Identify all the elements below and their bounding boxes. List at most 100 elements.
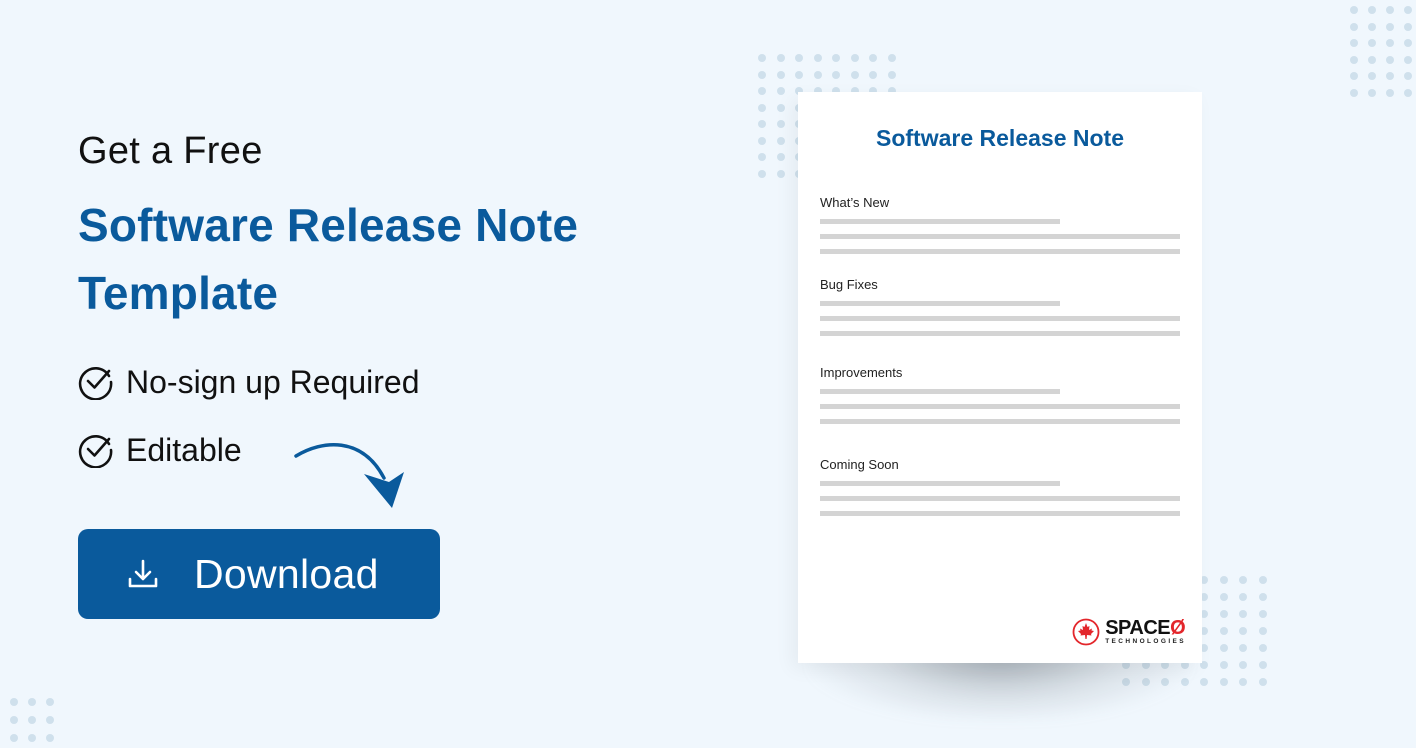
hero-title: Software Release Note Template xyxy=(78,191,578,327)
section-label: Coming Soon xyxy=(820,457,899,472)
decorative-dot xyxy=(1386,22,1394,31)
section-label: Improvements xyxy=(820,365,903,380)
download-icon xyxy=(128,559,158,588)
decorative-dot xyxy=(1368,55,1376,64)
placeholder-line xyxy=(820,331,1180,336)
decorative-dot xyxy=(832,70,840,79)
decorative-dot xyxy=(1404,39,1412,47)
decorative-dot xyxy=(1258,593,1267,601)
decorative-dot xyxy=(869,54,877,62)
decorative-dot xyxy=(10,698,18,706)
decorative-dot-grid xyxy=(1350,6,1412,97)
placeholder-line xyxy=(820,419,1180,424)
decorative-dot xyxy=(1386,72,1394,80)
decorative-dot xyxy=(869,70,877,79)
decorative-dot xyxy=(758,87,766,95)
placeholder-line xyxy=(820,219,1060,224)
section-label: What’s New xyxy=(820,195,890,210)
placeholder-line xyxy=(820,511,1180,516)
brand-name-suffix: Ø xyxy=(1170,617,1186,640)
placeholder-line xyxy=(820,249,1180,254)
decorative-dot xyxy=(758,120,766,128)
document-section: Bug Fixes xyxy=(820,277,1180,336)
decorative-dot xyxy=(46,716,54,724)
decorative-dot-grid xyxy=(10,698,54,742)
decorative-dot xyxy=(1350,39,1358,47)
placeholder-line xyxy=(820,301,1060,306)
decorative-dot xyxy=(28,734,36,742)
feature-item: No-sign up Required xyxy=(78,362,420,402)
decorative-dot xyxy=(1386,39,1394,47)
decorative-dot xyxy=(1239,678,1247,686)
decorative-dot xyxy=(776,103,785,112)
decorative-dot xyxy=(758,153,766,161)
decorative-dot xyxy=(776,136,785,145)
hero-title-line: Template xyxy=(78,267,279,319)
decorative-dot xyxy=(1404,22,1412,31)
decorative-dot xyxy=(813,70,822,79)
brand-name-text: SPACE xyxy=(1105,617,1171,640)
decorative-dot xyxy=(1350,72,1358,80)
placeholder-line xyxy=(820,496,1180,501)
decorative-dot xyxy=(1219,610,1228,618)
decorative-dot xyxy=(1350,6,1358,14)
decorative-dot xyxy=(1258,627,1267,635)
decorative-dot xyxy=(850,70,859,79)
decorative-dot xyxy=(1368,88,1376,97)
decorative-dot xyxy=(1239,593,1247,601)
decorative-dot xyxy=(28,698,36,706)
maple-leaf-icon xyxy=(1072,618,1100,646)
decorative-dot xyxy=(1219,627,1228,635)
download-label: Download xyxy=(194,550,379,597)
decorative-dot xyxy=(1350,88,1358,97)
decorative-dot xyxy=(795,70,803,79)
download-button[interactable]: Download xyxy=(78,529,440,619)
decorative-dot xyxy=(758,136,766,145)
decorative-dot xyxy=(28,716,36,724)
decorative-dot xyxy=(1239,576,1247,584)
decorative-dot xyxy=(887,54,896,62)
decorative-dot xyxy=(10,734,18,742)
decorative-dot xyxy=(10,716,18,724)
decorative-dot xyxy=(1404,88,1412,97)
brand-text: SPACEØ TECHNOLOGIES xyxy=(1105,618,1186,646)
placeholder-line xyxy=(820,481,1060,486)
decorative-dot xyxy=(758,70,766,79)
hero-title-line: Software Release Note xyxy=(78,199,579,251)
decorative-dot xyxy=(776,70,785,79)
decorative-dot xyxy=(1219,576,1228,584)
document-title: Software Release Note xyxy=(876,125,1124,151)
decorative-dot xyxy=(46,734,54,742)
decorative-dot xyxy=(1368,72,1376,80)
decorative-dot xyxy=(1404,72,1412,80)
decorative-dot xyxy=(1219,661,1228,669)
decorative-dot xyxy=(1239,610,1247,618)
decorative-dot xyxy=(758,54,766,62)
decorative-dot xyxy=(1239,661,1247,669)
curved-arrow-icon xyxy=(294,443,404,508)
decorative-dot xyxy=(776,54,785,62)
decorative-dot xyxy=(832,54,840,62)
document-section: Coming Soon xyxy=(820,457,1180,516)
decorative-dot xyxy=(795,54,803,62)
decorative-dot xyxy=(776,169,785,178)
decorative-dot xyxy=(46,698,54,706)
decorative-dot xyxy=(1239,627,1247,635)
brand-name: SPACEØ xyxy=(1105,618,1186,638)
decorative-dot xyxy=(1219,678,1228,686)
feature-label: Editable xyxy=(126,431,242,468)
decorative-dot xyxy=(850,54,859,62)
hero-eyebrow: Get a Free xyxy=(78,130,263,172)
decorative-dot xyxy=(1258,644,1267,652)
decorative-dot xyxy=(1350,22,1358,31)
document-section: What’s New xyxy=(820,195,1180,254)
decorative-dot xyxy=(1200,678,1208,686)
feature-label: No-sign up Required xyxy=(126,363,420,400)
placeholder-line xyxy=(820,389,1060,394)
section-label: Bug Fixes xyxy=(820,277,878,292)
decorative-dot xyxy=(1258,661,1267,669)
decorative-dot xyxy=(1368,39,1376,47)
hero: Get a Free Software Release Note Templat… xyxy=(78,130,578,327)
decorative-dot xyxy=(1386,88,1394,97)
decorative-dot xyxy=(776,87,785,95)
